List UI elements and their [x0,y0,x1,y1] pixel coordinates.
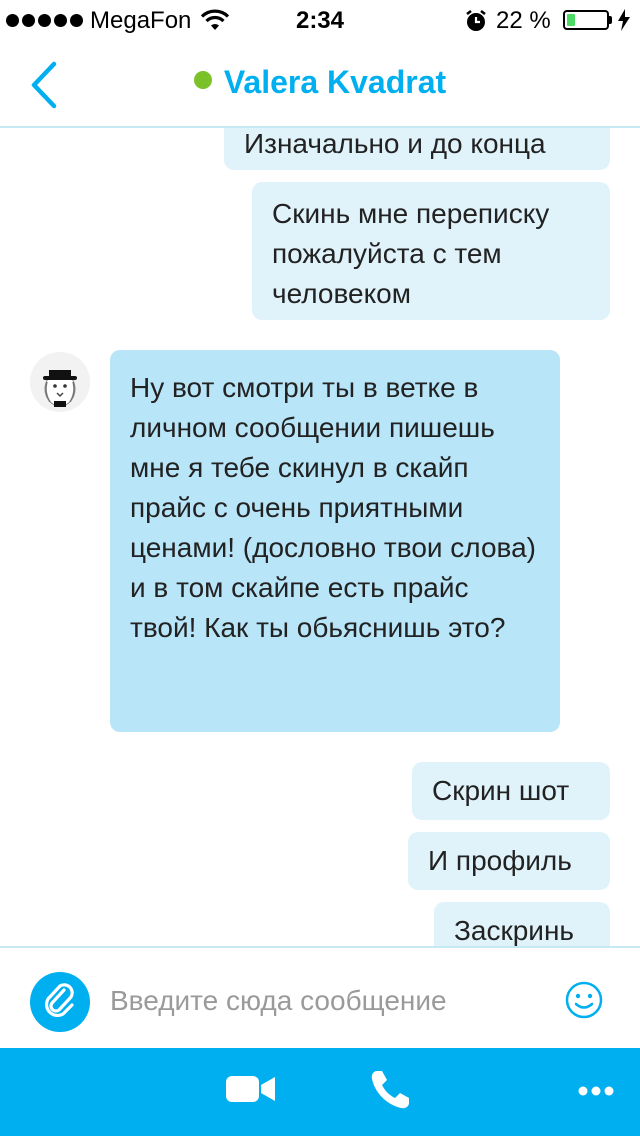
message-text: Скинь мне переписку пожалуйста с тем чел… [272,198,550,309]
message-bubble[interactable]: Ну вот смотри ты в ветке в личном сообще… [110,350,560,732]
battery-percent: 22 % [496,7,551,34]
battery-icon [563,10,609,30]
emoji-button[interactable] [564,980,604,1020]
video-camera-icon [226,1076,275,1102]
contact-title[interactable]: Valera Kvadrat [0,64,640,101]
avatar[interactable] [30,352,90,412]
composer-bar [0,946,640,1048]
message-text: Скрин шот [432,775,570,806]
message-text: Ну вот смотри ты в ветке в личном сообще… [130,372,536,643]
battery-level-fill [567,14,575,26]
more-options-button[interactable] [578,1084,614,1102]
attach-button[interactable] [30,972,90,1032]
alarm-icon [464,9,488,40]
message-bubble[interactable]: Заскринь [434,902,610,946]
phone-icon [371,1071,409,1109]
online-status-dot [193,70,212,89]
message-bubble[interactable]: Скрин шот [412,762,610,820]
call-toolbar [0,1048,640,1136]
charging-bolt-icon [617,9,631,38]
more-icon [578,1086,614,1096]
message-bubble[interactable]: Скинь мне переписку пожалуйста с тем чел… [252,182,610,320]
message-input[interactable] [110,976,540,1026]
contact-avatar-image [30,352,90,412]
message-text: И профиль [428,845,572,876]
contact-name[interactable]: Valera Kvadrat [224,64,446,100]
battery-tip [609,16,612,24]
message-text: Заскринь [454,915,574,946]
message-text: Изначально и до конца [244,128,546,159]
message-bubble[interactable]: И профиль [408,832,610,890]
message-list[interactable]: Изначально и до конца Скинь мне переписк… [0,128,640,946]
message-bubble[interactable]: Изначально и до конца [224,128,610,170]
smiley-icon [565,981,603,1019]
voice-call-button[interactable] [368,1068,412,1117]
chat-header: Valera Kvadrat [0,40,640,128]
status-bar: MegaFon 2:34 22 % [0,0,640,40]
paperclip-icon [44,983,74,1018]
video-call-button[interactable] [226,1074,276,1109]
